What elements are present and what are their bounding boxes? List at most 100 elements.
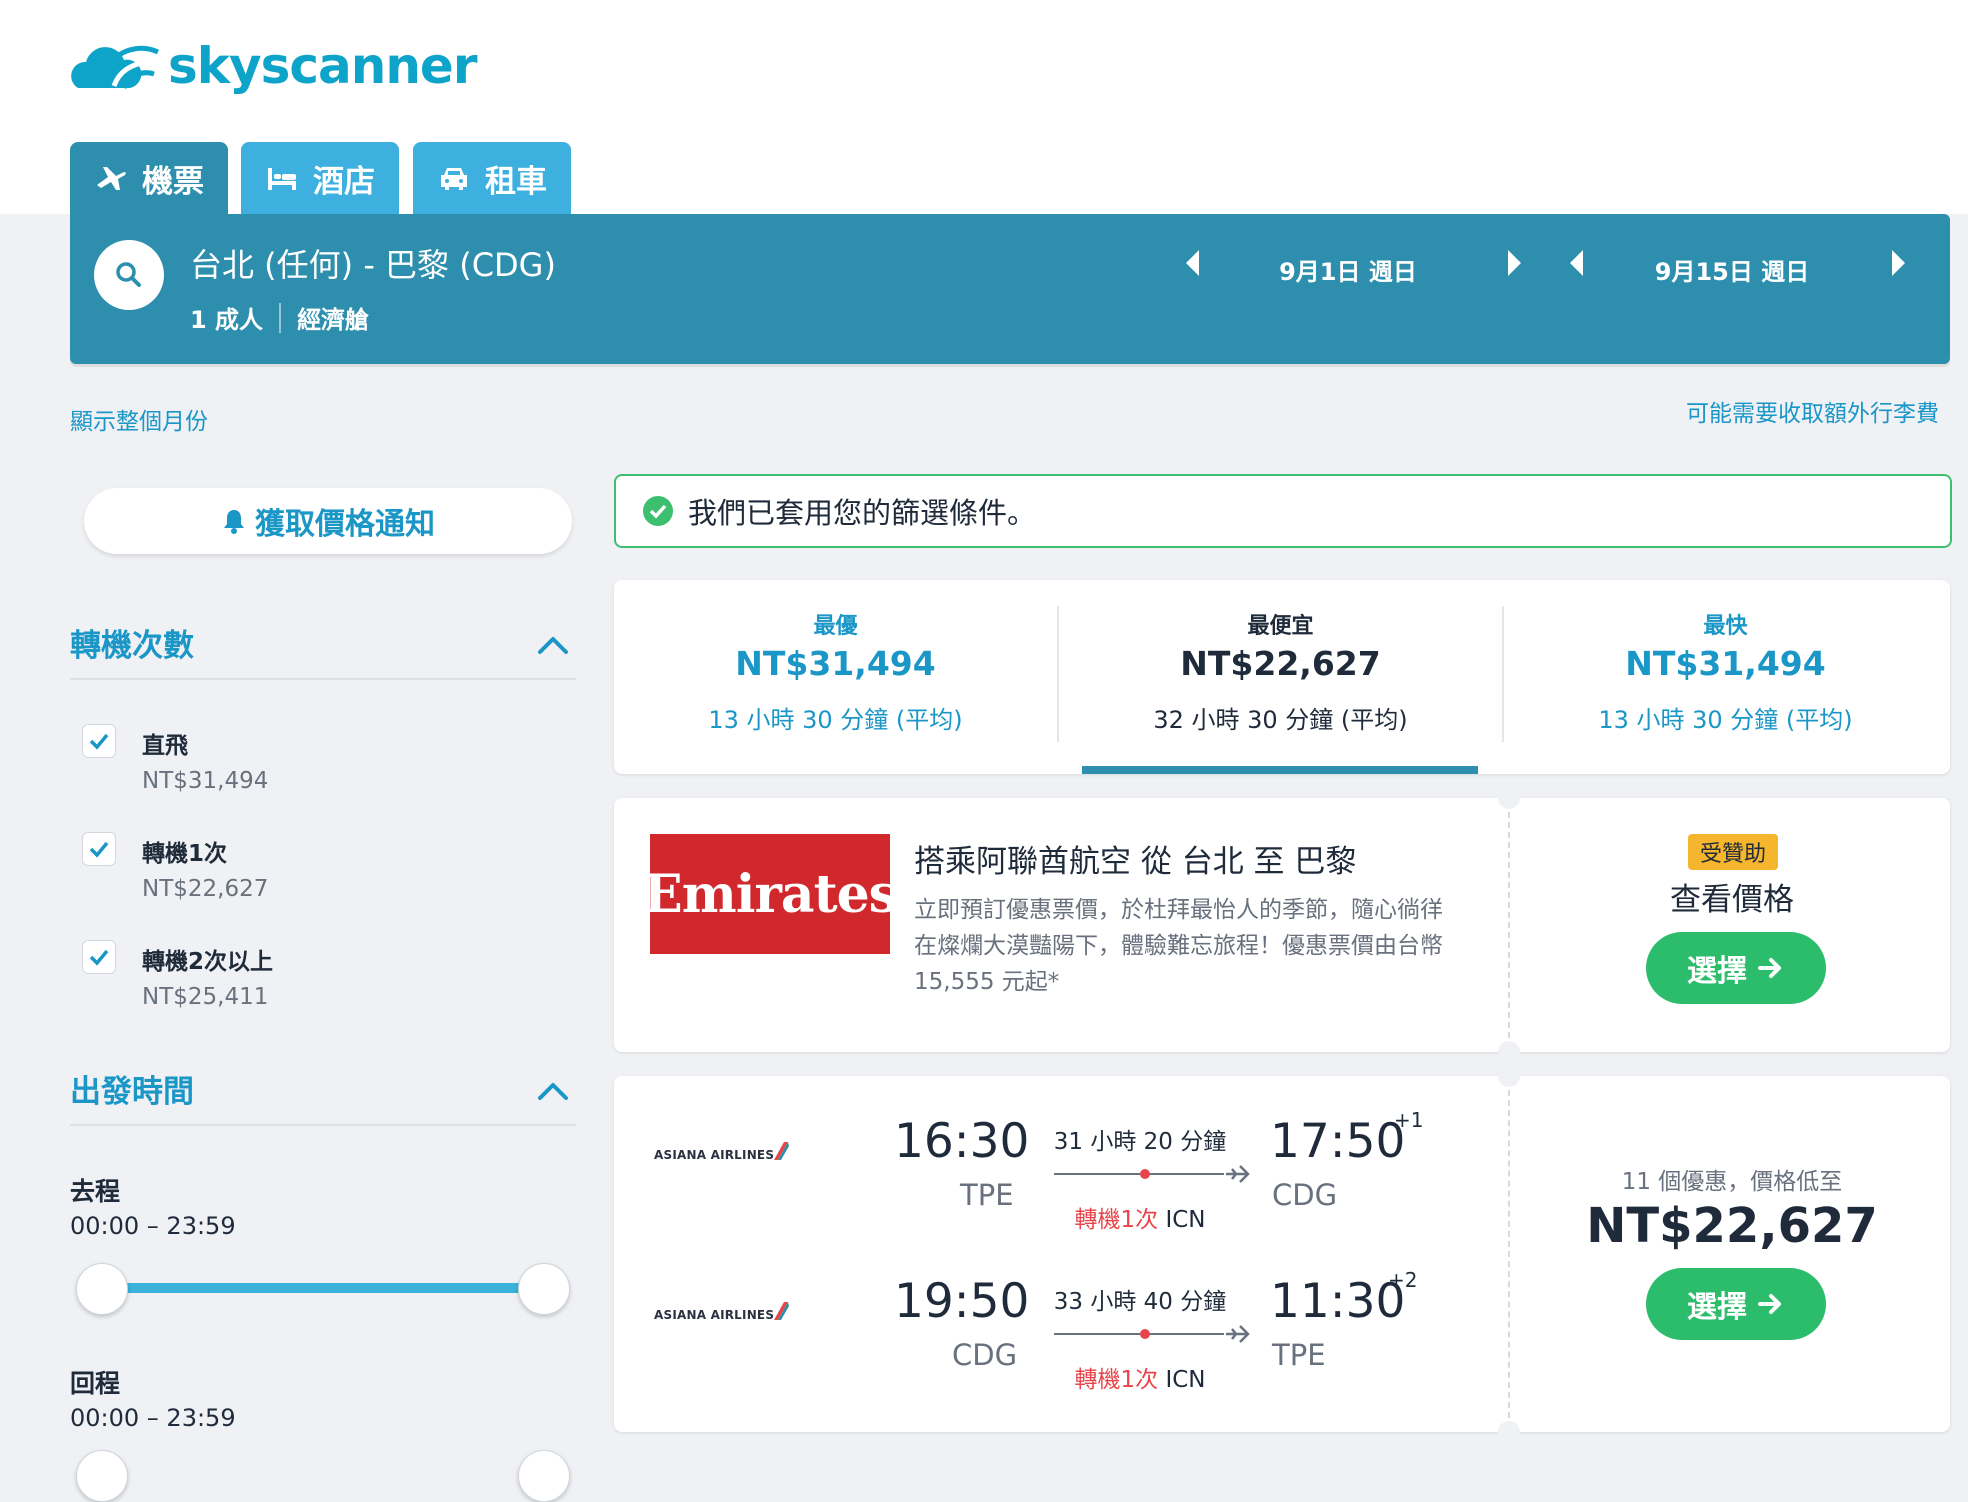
tab-flights[interactable]: 機票 <box>70 142 228 214</box>
sort-best-label: 最優 <box>813 614 858 639</box>
return-stop-airport: ICN <box>1165 1367 1206 1393</box>
depart-date-next-arrow[interactable] <box>1508 250 1521 276</box>
sort-cheapest-price: NT$22,627 <box>1180 644 1381 683</box>
sort-best-price: NT$31,494 <box>735 644 936 683</box>
ticket-divider <box>1508 1090 1510 1418</box>
chevron-up-icon[interactable] <box>536 634 570 656</box>
plane-icon <box>1226 1165 1250 1183</box>
result-select-button[interactable]: 選擇 <box>1646 1268 1826 1340</box>
outbound-stop-count: 轉機1次 <box>1074 1207 1159 1233</box>
sort-fastest-label: 最快 <box>1703 614 1748 639</box>
sponsored-ad-card[interactable]: Emirates 搭乘阿聯酋航空 從 台北 至 巴黎 立即預訂優惠票價，於杜拜最… <box>614 787 1950 1063</box>
show-whole-month-link[interactable]: 顯示整個月份 <box>70 402 208 436</box>
passengers-cabin[interactable]: 1 成人 經濟艙 <box>190 300 369 335</box>
sort-fastest[interactable]: 最快 NT$31,494 13 小時 30 分鐘 (平均) <box>1504 580 1947 774</box>
return-date-prev-arrow[interactable] <box>1570 250 1583 276</box>
bed-icon <box>268 168 296 190</box>
deals-count: 11 個優惠，價格低至 <box>1621 1169 1843 1195</box>
asiana-logo: ASIANA AIRLINES <box>654 1300 790 1322</box>
ad-view-price: 查看價格 <box>1670 882 1794 918</box>
ticket-notch <box>1498 787 1520 809</box>
return-departure-airport: CDG <box>952 1338 1018 1372</box>
asiana-wing-icon <box>774 1142 790 1160</box>
pax-divider <box>279 302 282 333</box>
section-divider <box>70 1124 576 1126</box>
outbound-day-offset: +1 <box>1394 1108 1424 1132</box>
ad-select-button[interactable]: 選擇 <box>1646 932 1826 1004</box>
tab-car-hire[interactable]: 租車 <box>413 142 571 214</box>
tab-hotels-label: 酒店 <box>313 163 375 200</box>
arrow-right-icon <box>1758 1294 1781 1314</box>
search-icon <box>116 262 141 287</box>
depart-date[interactable]: 9月1日 週日 <box>1218 252 1478 287</box>
tab-flights-label: 機票 <box>142 163 204 200</box>
outbound-arrival-airport: CDG <box>1272 1178 1338 1212</box>
return-date[interactable]: 9月15日 週日 <box>1602 252 1862 287</box>
return-day-offset: +2 <box>1388 1268 1418 1292</box>
sort-fastest-price: NT$31,494 <box>1625 644 1826 683</box>
ad-title: 搭乘阿聯酋航空 從 台北 至 巴黎 <box>914 844 1357 880</box>
one-stop-price: NT$22,627 <box>142 876 269 902</box>
outbound-slider-end-handle[interactable] <box>518 1263 570 1315</box>
car-icon <box>441 168 467 190</box>
skyscanner-logo[interactable]: skyscanner <box>68 36 478 96</box>
return-stop-dot <box>1140 1329 1150 1339</box>
passenger-count: 1 成人 <box>190 306 264 334</box>
sort-selected-indicator <box>1082 766 1478 774</box>
return-duration: 33 小時 40 分鐘 <box>1053 1289 1227 1315</box>
price-alert-button[interactable]: 獲取價格通知 <box>84 488 572 554</box>
airline-name: ASIANA AIRLINES <box>654 1148 775 1162</box>
return-date-next-arrow[interactable] <box>1892 250 1905 276</box>
filters-applied-notice: 我們已套用您的篩選條件。 <box>614 474 1952 548</box>
baggage-fee-link[interactable]: 可能需要收取額外行李費 <box>1686 394 1939 428</box>
search-button[interactable] <box>94 240 164 310</box>
ad-body: 立即預訂優惠票價，於杜拜最怡人的季節，隨心徜徉在燦爛大漠豔陽下，體驗難忘旅程！優… <box>914 897 1443 995</box>
brand-name: skyscanner <box>168 37 478 95</box>
outbound-departure-time: 16:30 <box>894 1114 1030 1169</box>
emirates-logo: Emirates <box>643 834 898 954</box>
tab-car-hire-label: 租車 <box>485 163 547 200</box>
plane-icon <box>97 167 126 190</box>
ad-select-label: 選擇 <box>1687 954 1747 989</box>
bell-icon <box>224 510 244 534</box>
sort-best-duration: 13 小時 30 分鐘 (平均) <box>708 706 963 734</box>
stops-filter-title[interactable]: 轉機次數 <box>70 620 194 665</box>
return-arrival-time: 11:30 <box>1270 1274 1406 1329</box>
check-circle-icon <box>643 496 673 526</box>
check-icon <box>89 841 109 858</box>
departure-times-title[interactable]: 出發時間 <box>70 1066 194 1111</box>
outbound-stop-dot <box>1140 1169 1150 1179</box>
outbound-stop-airport: ICN <box>1165 1207 1206 1233</box>
return-arrival-airport: TPE <box>1272 1338 1326 1372</box>
sort-cheapest[interactable]: 最便宜 NT$22,627 32 小時 30 分鐘 (平均) <box>1059 580 1502 774</box>
arrow-right-icon <box>1758 958 1781 978</box>
flight-result-card[interactable]: ASIANA AIRLINES 16:30 TPE 31 小時 20 分鐘 轉機… <box>614 1065 1950 1443</box>
cabin-class: 經濟艙 <box>297 306 370 334</box>
asiana-logo: ASIANA AIRLINES <box>654 1140 790 1162</box>
route-text[interactable]: 台北 (任何) - 巴黎 (CDG) <box>190 240 556 286</box>
direct-label: 直飛 <box>142 733 188 759</box>
section-divider <box>70 678 576 680</box>
airline-name: ASIANA AIRLINES <box>654 1308 775 1322</box>
return-label: 回程 <box>70 1369 121 1398</box>
return-departure-time: 19:50 <box>894 1274 1030 1329</box>
two-plus-stops-checkbox[interactable] <box>82 940 116 974</box>
ticket-divider <box>1508 812 1510 1038</box>
chevron-up-icon[interactable] <box>536 1080 570 1102</box>
search-summary-bar[interactable]: 台北 (任何) - 巴黎 (CDG) 1 成人 經濟艙 9月1日 週日 9月15… <box>70 214 1950 364</box>
sort-best[interactable]: 最優 NT$31,494 13 小時 30 分鐘 (平均) <box>614 580 1057 774</box>
one-stop-label: 轉機1次 <box>142 841 228 867</box>
ticket-notch <box>1498 1421 1520 1443</box>
plane-icon <box>1226 1325 1250 1343</box>
two-plus-stops-label: 轉機2次以上 <box>142 949 274 975</box>
price-alert-label: 獲取價格通知 <box>255 507 435 542</box>
tab-hotels[interactable]: 酒店 <box>241 142 399 214</box>
asiana-wing-icon <box>774 1302 790 1320</box>
outbound-slider-start-handle[interactable] <box>76 1263 128 1315</box>
result-select-label: 選擇 <box>1687 1290 1747 1325</box>
direct-checkbox[interactable] <box>82 724 116 758</box>
outbound-slider-track[interactable] <box>102 1283 542 1293</box>
return-stops: 轉機1次 ICN <box>1024 1360 1256 1394</box>
depart-date-prev-arrow[interactable] <box>1186 250 1199 276</box>
one-stop-checkbox[interactable] <box>82 832 116 866</box>
